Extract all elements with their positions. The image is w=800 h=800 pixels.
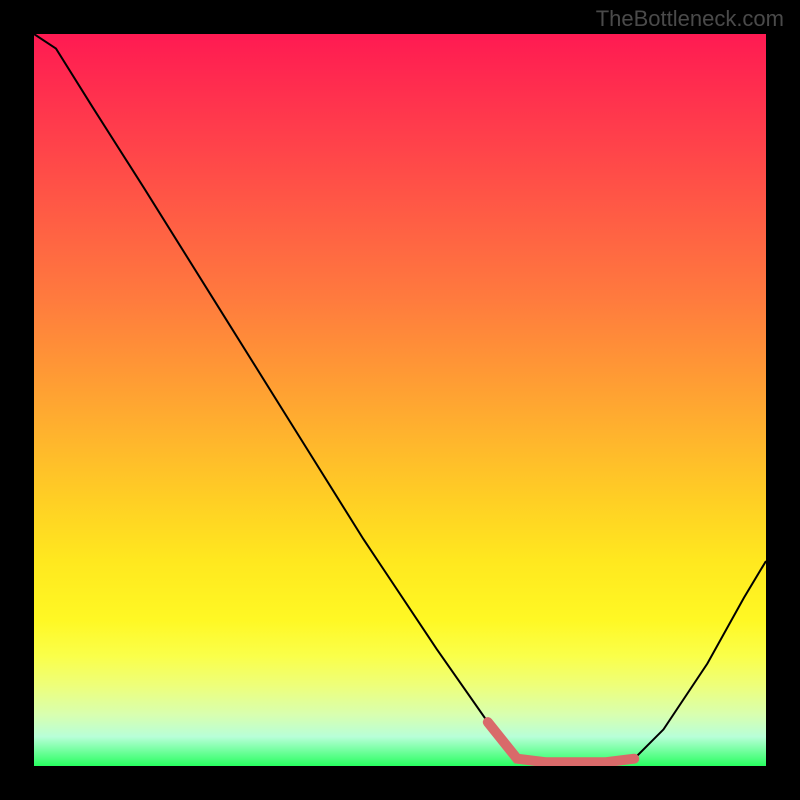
watermark-text: TheBottleneck.com (596, 6, 784, 32)
chart-svg (34, 34, 766, 766)
chart-plot-area (34, 34, 766, 766)
bottleneck-highlight (488, 722, 634, 762)
bottleneck-curve (34, 34, 766, 762)
